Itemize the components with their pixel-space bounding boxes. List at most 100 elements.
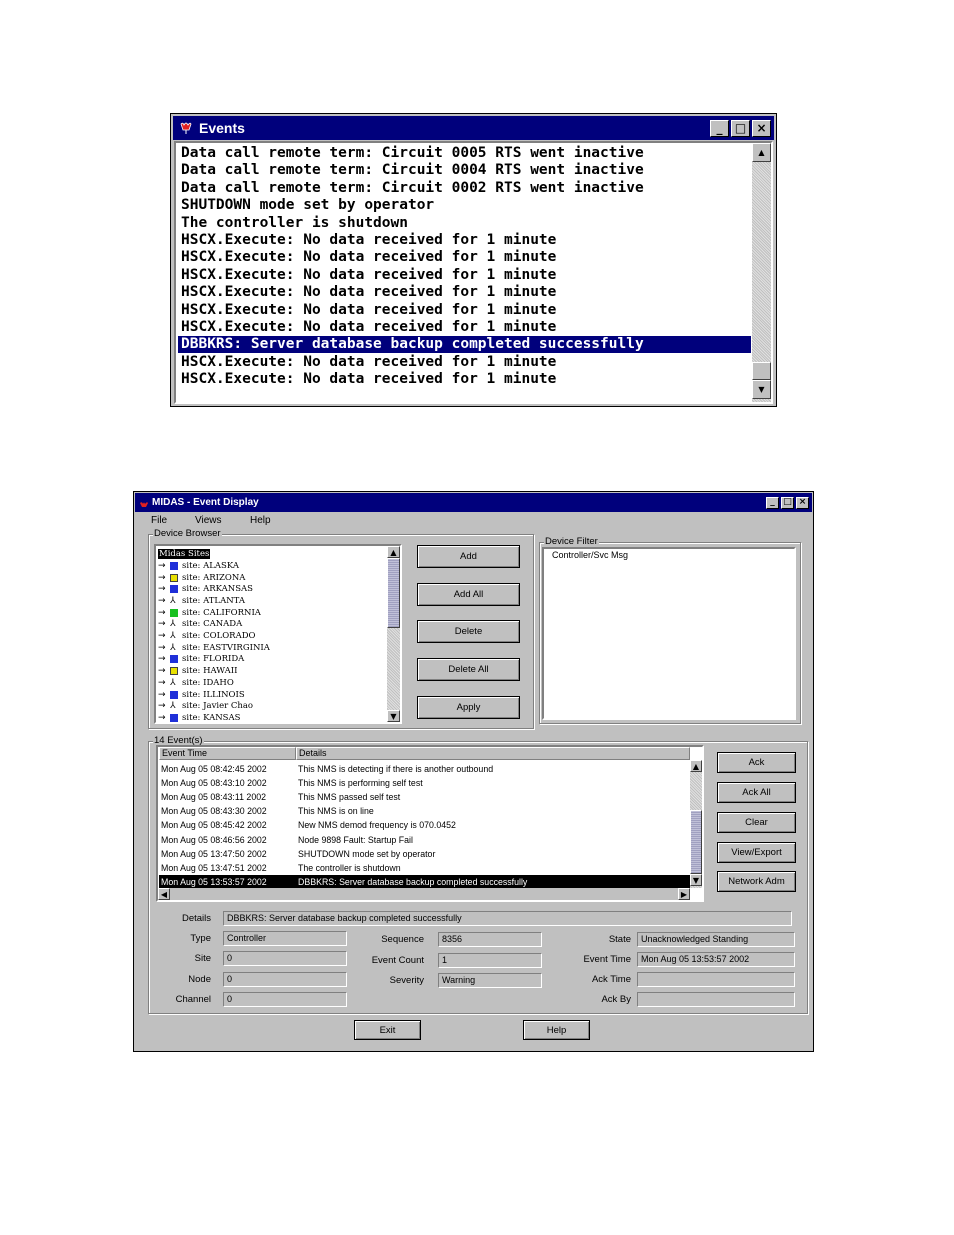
add-button[interactable]: Add — [417, 545, 520, 568]
expand-arrow-icon[interactable]: → — [158, 608, 170, 618]
events-titlebar[interactable]: Events _ □ × — [173, 116, 774, 140]
expand-arrow-icon[interactable]: → — [158, 561, 170, 571]
expand-arrow-icon[interactable]: → — [158, 690, 170, 700]
event-time-field[interactable]: Mon Aug 05 13:53:57 2002 — [637, 952, 795, 967]
expand-arrow-icon[interactable]: → — [158, 654, 170, 664]
severity-field[interactable]: Warning — [438, 973, 542, 988]
event-line[interactable]: HSCX.Execute: No data received for 1 min… — [181, 319, 556, 336]
tree-scrollbar[interactable]: ▲ ▼ — [387, 546, 400, 722]
tree-item[interactable]: → site: CALIFORNIA — [158, 607, 261, 619]
events-table[interactable]: Event Time Details Mon Aug 05 08:42:45 2… — [156, 745, 704, 902]
node-field[interactable]: 0 — [223, 972, 347, 987]
expand-arrow-icon[interactable]: → — [158, 678, 170, 688]
event-line[interactable]: HSCX.Execute: No data received for 1 min… — [181, 249, 556, 266]
tree-item[interactable]: → site: ARKANSAS — [158, 583, 253, 595]
event-line[interactable]: HSCX.Execute: No data received for 1 min… — [181, 302, 556, 319]
tree-item[interactable]: → ⅄ site: Javier Chao — [158, 700, 253, 712]
minimize-icon[interactable]: _ — [710, 119, 729, 137]
event-line[interactable]: SHUTDOWN mode set by operator — [181, 197, 434, 214]
help-button[interactable]: Help — [523, 1020, 590, 1040]
expand-arrow-icon[interactable]: → — [158, 584, 170, 594]
sequence-field[interactable]: 8356 — [438, 932, 542, 947]
events-table-hscroll[interactable]: ◀ ▶ — [158, 888, 690, 900]
tree-item[interactable]: → site: KANSAS — [158, 712, 240, 724]
apply-button[interactable]: Apply — [417, 696, 520, 719]
event-line[interactable]: The controller is shutdown — [181, 215, 408, 232]
details-field[interactable]: DBBKRS: Server database backup completed… — [223, 911, 792, 926]
expand-arrow-icon[interactable]: → — [158, 701, 170, 711]
tree-item[interactable]: → ⅄ site: IDAHO — [158, 677, 234, 689]
table-row[interactable]: Mon Aug 05 08:42:45 2002 This NMS is dete… — [159, 762, 690, 776]
close-icon[interactable]: × — [752, 119, 771, 137]
exit-button[interactable]: Exit — [354, 1020, 421, 1040]
scroll-thumb[interactable] — [752, 362, 771, 380]
table-row[interactable]: Mon Aug 05 13:47:51 2002 The controller i… — [159, 861, 690, 875]
ack-by-field[interactable] — [637, 992, 795, 1007]
tree-item[interactable]: → ⅄ site: COLORADO — [158, 630, 256, 642]
table-row[interactable]: Mon Aug 05 08:43:11 2002 This NMS passed … — [159, 790, 690, 804]
event-line[interactable]: Data call remote term: Circuit 0005 RTS … — [181, 145, 644, 162]
clear-button[interactable]: Clear — [717, 812, 796, 833]
event-line[interactable]: HSCX.Execute: No data received for 1 min… — [181, 232, 556, 249]
menu-file[interactable]: File — [151, 515, 167, 526]
view-export-button[interactable]: View/Export — [717, 842, 796, 863]
events-scrollbar[interactable]: ▲ ▼ — [752, 143, 771, 402]
table-row[interactable]: Mon Aug 05 13:53:57 2002 DBBKRS: Server d… — [159, 874, 690, 889]
tree-item[interactable]: → ⅄ site: EASTVIRGINIA — [158, 642, 270, 654]
events-table-vscroll[interactable]: ▲ ▼ — [690, 760, 702, 888]
device-filter-list[interactable]: Controller/Svc Msg — [542, 547, 796, 720]
state-field[interactable]: Unacknowledged Standing — [637, 932, 795, 947]
event-line[interactable]: Data call remote term: Circuit 0004 RTS … — [181, 162, 644, 179]
tree-item[interactable]: → site: ILLINOIS — [158, 689, 245, 701]
table-row[interactable]: Mon Aug 05 08:45:42 2002 New NMS demod fr… — [159, 818, 690, 832]
scroll-down-icon[interactable]: ▼ — [752, 380, 771, 399]
event-line[interactable]: HSCX.Execute: No data received for 1 min… — [181, 371, 556, 388]
events-list[interactable]: Data call remote term: Circuit 0005 RTS … — [174, 141, 773, 404]
ack-button[interactable]: Ack — [717, 752, 796, 773]
scroll-down-icon[interactable]: ▼ — [387, 710, 400, 722]
menu-views[interactable]: Views — [195, 515, 222, 526]
tree-item[interactable]: → ⅄ site: ATLANTA — [158, 595, 245, 607]
scroll-left-icon[interactable]: ◀ — [158, 888, 170, 900]
event-line[interactable]: HSCX.Execute: No data received for 1 min… — [181, 267, 556, 284]
scroll-thumb[interactable] — [690, 810, 702, 874]
tree-item[interactable]: → site: FLORIDA — [158, 654, 244, 666]
device-tree[interactable]: Midas Sites → site: ALASKA → site: ARIZONA → s… — [154, 544, 402, 724]
add-all-button[interactable]: Add All — [417, 583, 520, 606]
tree-item[interactable]: → site: ARIZONA — [158, 572, 245, 584]
ack-all-button[interactable]: Ack All — [717, 782, 796, 803]
col-header-details[interactable]: Details — [296, 747, 690, 760]
maximize-icon[interactable]: □ — [731, 119, 750, 137]
maximize-icon[interactable]: □ — [781, 496, 794, 509]
tree-item[interactable]: → site: HAWAII — [158, 665, 237, 677]
table-row[interactable]: Mon Aug 05 08:43:10 2002 This NMS is perf… — [159, 776, 690, 790]
scroll-down-icon[interactable]: ▼ — [690, 874, 702, 886]
event-line[interactable]: DBBKRS: Server database backup completed… — [178, 336, 751, 354]
table-row[interactable]: Mon Aug 05 08:43:30 2002 This NMS is on l… — [159, 804, 690, 818]
expand-arrow-icon[interactable]: → — [158, 643, 170, 653]
event-line[interactable]: HSCX.Execute: No data received for 1 min… — [181, 284, 556, 301]
midas-titlebar[interactable]: MIDAS - Event Display _ □ × — [135, 493, 812, 512]
device-filter-item[interactable]: Controller/Svc Msg — [552, 550, 628, 560]
table-row[interactable]: Mon Aug 05 13:47:50 2002 SHUTDOWN mode se… — [159, 847, 690, 861]
menu-help[interactable]: Help — [250, 515, 271, 526]
close-icon[interactable]: × — [796, 496, 809, 509]
expand-arrow-icon[interactable]: → — [158, 631, 170, 641]
tree-root[interactable]: Midas Sites — [158, 548, 211, 560]
scroll-up-icon[interactable]: ▲ — [387, 546, 400, 558]
expand-arrow-icon[interactable]: → — [158, 596, 170, 606]
expand-arrow-icon[interactable]: → — [158, 573, 170, 583]
event-line[interactable]: Data call remote term: Circuit 0002 RTS … — [181, 180, 644, 197]
delete-all-button[interactable]: Delete All — [417, 658, 520, 681]
tree-item[interactable]: → site: ALASKA — [158, 560, 239, 572]
type-field[interactable]: Controller — [223, 931, 347, 946]
scroll-up-icon[interactable]: ▲ — [752, 143, 771, 162]
network-adm-button[interactable]: Network Adm — [717, 871, 796, 892]
minimize-icon[interactable]: _ — [766, 496, 779, 509]
tree-item[interactable]: → ⅄ site: CANADA — [158, 619, 242, 631]
channel-field[interactable]: 0 — [223, 992, 347, 1007]
scroll-up-icon[interactable]: ▲ — [690, 760, 702, 772]
col-header-event-time[interactable]: Event Time — [159, 747, 296, 760]
expand-arrow-icon[interactable]: → — [158, 713, 170, 723]
expand-arrow-icon[interactable]: → — [158, 619, 170, 629]
